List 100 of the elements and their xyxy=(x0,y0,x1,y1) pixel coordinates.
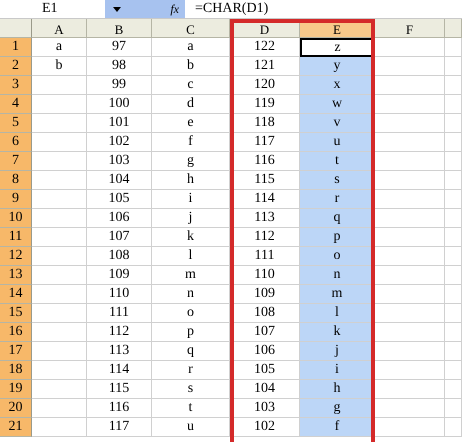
row-header[interactable]: 8 xyxy=(0,171,32,190)
table-cell[interactable]: i xyxy=(152,190,230,209)
table-cell[interactable]: k xyxy=(152,228,230,247)
table-cell[interactable]: 103 xyxy=(87,152,152,171)
table-cell[interactable]: q xyxy=(152,342,230,361)
table-cell[interactable] xyxy=(445,418,462,437)
table-cell[interactable] xyxy=(445,247,462,266)
function-label[interactable]: fx xyxy=(170,2,179,16)
table-cell[interactable]: 114 xyxy=(87,361,152,380)
table-cell[interactable] xyxy=(32,266,87,285)
table-cell[interactable] xyxy=(32,133,87,152)
table-cell[interactable]: 109 xyxy=(87,266,152,285)
table-cell[interactable] xyxy=(375,266,445,285)
row-header[interactable]: 20 xyxy=(0,399,32,418)
table-cell[interactable]: 100 xyxy=(87,95,152,114)
table-cell[interactable]: 104 xyxy=(87,171,152,190)
table-cell[interactable] xyxy=(445,361,462,380)
table-cell[interactable]: 107 xyxy=(87,228,152,247)
table-cell[interactable] xyxy=(32,285,87,304)
table-cell[interactable]: o xyxy=(152,304,230,323)
formula-field[interactable]: =CHAR(D1) xyxy=(185,1,268,17)
row-header[interactable]: 2 xyxy=(0,57,32,76)
table-cell[interactable]: m xyxy=(152,266,230,285)
table-cell[interactable] xyxy=(445,209,462,228)
table-cell[interactable] xyxy=(32,209,87,228)
table-cell[interactable]: t xyxy=(152,399,230,418)
table-cell[interactable] xyxy=(32,76,87,95)
table-cell[interactable]: 116 xyxy=(87,399,152,418)
table-cell[interactable] xyxy=(32,114,87,133)
table-cell[interactable]: j xyxy=(152,209,230,228)
table-cell[interactable] xyxy=(375,323,445,342)
table-cell[interactable]: a xyxy=(152,38,230,57)
table-cell[interactable] xyxy=(445,342,462,361)
table-cell[interactable] xyxy=(32,228,87,247)
table-cell[interactable]: f xyxy=(152,133,230,152)
row-header[interactable]: 3 xyxy=(0,76,32,95)
column-header[interactable]: F xyxy=(375,19,445,38)
table-cell[interactable] xyxy=(445,133,462,152)
name-box[interactable]: E1 xyxy=(0,0,105,18)
row-header[interactable]: 10 xyxy=(0,209,32,228)
table-cell[interactable] xyxy=(32,323,87,342)
table-cell[interactable] xyxy=(445,323,462,342)
row-header[interactable]: 7 xyxy=(0,152,32,171)
row-header[interactable]: 19 xyxy=(0,380,32,399)
row-header[interactable]: 9 xyxy=(0,190,32,209)
table-cell[interactable] xyxy=(375,380,445,399)
table-cell[interactable]: 113 xyxy=(87,342,152,361)
table-cell[interactable]: h xyxy=(152,171,230,190)
table-cell[interactable] xyxy=(445,304,462,323)
table-cell[interactable] xyxy=(375,342,445,361)
table-cell[interactable]: 98 xyxy=(87,57,152,76)
column-header[interactable] xyxy=(445,19,462,38)
table-cell[interactable] xyxy=(445,95,462,114)
row-header[interactable]: 4 xyxy=(0,95,32,114)
table-cell[interactable] xyxy=(32,152,87,171)
table-cell[interactable] xyxy=(375,304,445,323)
table-cell[interactable] xyxy=(375,247,445,266)
table-cell[interactable] xyxy=(375,399,445,418)
table-cell[interactable]: l xyxy=(152,247,230,266)
table-cell[interactable]: 97 xyxy=(87,38,152,57)
table-cell[interactable]: 102 xyxy=(87,133,152,152)
table-cell[interactable]: 99 xyxy=(87,76,152,95)
table-cell[interactable] xyxy=(375,95,445,114)
table-cell[interactable] xyxy=(32,171,87,190)
table-cell[interactable]: b xyxy=(32,57,87,76)
table-cell[interactable]: 112 xyxy=(87,323,152,342)
table-cell[interactable] xyxy=(445,285,462,304)
row-header[interactable]: 14 xyxy=(0,285,32,304)
table-cell[interactable] xyxy=(445,171,462,190)
row-header[interactable]: 11 xyxy=(0,228,32,247)
table-cell[interactable]: u xyxy=(152,418,230,437)
table-cell[interactable]: r xyxy=(152,361,230,380)
table-cell[interactable] xyxy=(445,76,462,95)
row-header[interactable]: 6 xyxy=(0,133,32,152)
table-cell[interactable] xyxy=(375,57,445,76)
table-cell[interactable] xyxy=(445,228,462,247)
table-cell[interactable] xyxy=(375,152,445,171)
table-cell[interactable] xyxy=(32,418,87,437)
table-cell[interactable] xyxy=(445,380,462,399)
table-cell[interactable] xyxy=(375,76,445,95)
table-cell[interactable] xyxy=(445,152,462,171)
table-cell[interactable]: 108 xyxy=(87,247,152,266)
table-cell[interactable] xyxy=(375,285,445,304)
table-cell[interactable] xyxy=(375,418,445,437)
table-cell[interactable] xyxy=(32,247,87,266)
select-all-corner[interactable] xyxy=(0,19,32,38)
table-cell[interactable]: 106 xyxy=(87,209,152,228)
table-cell[interactable] xyxy=(32,380,87,399)
table-cell[interactable]: 110 xyxy=(87,285,152,304)
table-cell[interactable] xyxy=(445,38,462,57)
table-cell[interactable] xyxy=(445,266,462,285)
row-header[interactable]: 21 xyxy=(0,418,32,437)
table-cell[interactable] xyxy=(32,304,87,323)
row-header[interactable]: 13 xyxy=(0,266,32,285)
column-header[interactable]: A xyxy=(32,19,87,38)
table-cell[interactable]: 101 xyxy=(87,114,152,133)
table-cell[interactable]: p xyxy=(152,323,230,342)
table-cell[interactable]: 115 xyxy=(87,380,152,399)
row-header[interactable]: 12 xyxy=(0,247,32,266)
table-cell[interactable]: 111 xyxy=(87,304,152,323)
